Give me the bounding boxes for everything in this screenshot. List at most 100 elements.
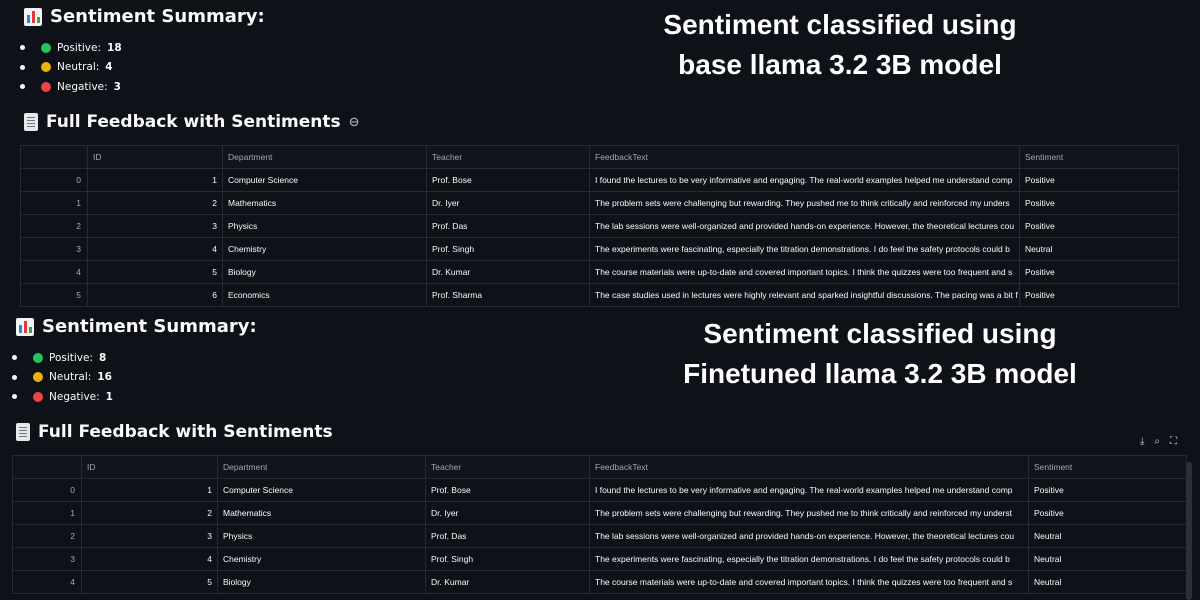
table-row[interactable]: 1 2 Mathematics Dr. Iyer The problem sets we… [20,191,1179,215]
cell-department[interactable]: Computer Science [222,168,427,192]
cell-index[interactable]: 2 [12,524,82,548]
column-header-index[interactable] [20,145,88,169]
cell-teacher[interactable]: Prof. Bose [425,478,590,502]
cell-index[interactable]: 5 [20,283,88,307]
cell-feedback[interactable]: The lab sessions were well-organized and… [589,524,1029,548]
cell-sentiment[interactable]: Positive [1019,283,1179,307]
cell-feedback[interactable]: The lab sessions were well-organized and… [589,214,1020,238]
column-header-sentiment[interactable]: Sentiment [1019,145,1179,169]
cell-feedback[interactable]: The problem sets were challenging but re… [589,501,1029,525]
cell-sentiment[interactable]: Neutral [1028,547,1187,571]
cell-index[interactable]: 3 [12,547,82,571]
cell-id[interactable]: 4 [81,547,218,571]
table-row[interactable]: 3 4 Chemistry Prof. Singh The experiments we… [20,237,1179,261]
cell-index[interactable]: 0 [20,168,88,192]
table-row[interactable]: 4 5 Biology Dr. Kumar The course materials w… [12,570,1187,594]
download-icon[interactable]: ⤓ [1140,436,1144,447]
column-header-teacher[interactable]: Teacher [426,145,590,169]
cell-teacher[interactable]: Prof. Sharma [426,283,590,307]
caption-line-2: base llama 3.2 3B model [678,49,1002,80]
summary-label: Negative: [49,390,100,403]
document-icon [24,113,38,131]
cell-sentiment[interactable]: Neutral [1028,570,1187,594]
cell-teacher[interactable]: Prof. Das [426,214,590,238]
table-row[interactable]: 2 3 Physics Prof. Das The lab sessions were … [20,214,1179,238]
cell-sentiment[interactable]: Positive [1028,478,1187,502]
cell-sentiment[interactable]: Positive [1019,260,1179,284]
cell-feedback[interactable]: The case studies used in lectures were h… [589,283,1020,307]
cell-feedback[interactable]: The course materials were up-to-date and… [589,260,1020,284]
yellow-circle-icon [33,372,43,383]
cell-id[interactable]: 3 [81,524,218,548]
cell-index[interactable]: 0 [12,478,82,502]
cell-teacher[interactable]: Prof. Singh [426,237,590,261]
column-header-id[interactable]: ID [81,455,218,479]
cell-department[interactable]: Physics [222,214,427,238]
table-row[interactable]: 1 2 Mathematics Dr. Iyer The problem sets we… [12,501,1187,525]
cell-sentiment[interactable]: Positive [1019,214,1179,238]
cell-teacher[interactable]: Prof. Singh [425,547,590,571]
cell-department[interactable]: Chemistry [217,547,426,571]
column-header-department[interactable]: Department [217,455,426,479]
cell-sentiment[interactable]: Neutral [1028,524,1187,548]
table-row[interactable]: 0 1 Computer Science Prof. Bose I found the … [12,478,1187,502]
cell-teacher[interactable]: Dr. Kumar [426,260,590,284]
column-header-feedbacktext[interactable]: FeedbackText [589,455,1029,479]
cell-teacher[interactable]: Dr. Iyer [425,501,590,525]
cell-id[interactable]: 4 [87,237,223,261]
feedback-table[interactable]: ID Department Teacher FeedbackText Senti… [20,145,1179,307]
cell-index[interactable]: 4 [20,260,88,284]
cell-id[interactable]: 3 [87,214,223,238]
cell-id[interactable]: 1 [81,478,218,502]
cell-id[interactable]: 5 [81,570,218,594]
table-row[interactable]: 3 4 Chemistry Prof. Singh The experiments we… [12,547,1187,571]
cell-sentiment[interactable]: Positive [1019,191,1179,215]
cell-department[interactable]: Computer Science [217,478,426,502]
cell-teacher[interactable]: Dr. Kumar [425,570,590,594]
cell-teacher[interactable]: Prof. Bose [426,168,590,192]
cell-teacher[interactable]: Prof. Das [425,524,590,548]
table-scrollbar[interactable] [1186,462,1192,600]
table-row[interactable]: 5 6 Economics Prof. Sharma The case studies … [20,283,1179,307]
cell-id[interactable]: 2 [87,191,223,215]
column-header-department[interactable]: Department [222,145,427,169]
cell-feedback[interactable]: I found the lectures to be very informat… [589,478,1029,502]
cell-feedback[interactable]: The experiments were fascinating, especi… [589,237,1020,261]
table-row[interactable]: 0 1 Computer Science Prof. Bose I found the … [20,168,1179,192]
cell-department[interactable]: Chemistry [222,237,427,261]
cell-id[interactable]: 1 [87,168,223,192]
cell-department[interactable]: Mathematics [217,501,426,525]
cell-index[interactable]: 1 [20,191,88,215]
column-header-teacher[interactable]: Teacher [425,455,590,479]
cell-department[interactable]: Mathematics [222,191,427,215]
cell-teacher[interactable]: Dr. Iyer [426,191,590,215]
cell-feedback[interactable]: The problem sets were challenging but re… [589,191,1020,215]
cell-department[interactable]: Physics [217,524,426,548]
cell-department[interactable]: Economics [222,283,427,307]
cell-index[interactable]: 1 [12,501,82,525]
cell-index[interactable]: 4 [12,570,82,594]
cell-index[interactable]: 2 [20,214,88,238]
feedback-table[interactable]: ID Department Teacher FeedbackText Senti… [12,455,1187,594]
cell-department[interactable]: Biology [222,260,427,284]
column-header-id[interactable]: ID [87,145,223,169]
cell-index[interactable]: 3 [20,237,88,261]
cell-id[interactable]: 6 [87,283,223,307]
cell-sentiment[interactable]: Positive [1028,501,1187,525]
search-icon[interactable]: ⌕ [1154,436,1160,447]
table-row[interactable]: 4 5 Biology Dr. Kumar The course materials w… [20,260,1179,284]
table-row[interactable]: 2 3 Physics Prof. Das The lab sessions were … [12,524,1187,548]
cell-feedback[interactable]: I found the lectures to be very informat… [589,168,1020,192]
cell-id[interactable]: 2 [81,501,218,525]
column-header-feedbacktext[interactable]: FeedbackText [589,145,1020,169]
cell-feedback[interactable]: The experiments were fascinating, especi… [589,547,1029,571]
cell-feedback[interactable]: The course materials were up-to-date and… [589,570,1029,594]
fullscreen-icon[interactable]: ⛶ [1170,436,1177,447]
cell-sentiment[interactable]: Neutral [1019,237,1179,261]
cell-sentiment[interactable]: Positive [1019,168,1179,192]
cell-department[interactable]: Biology [217,570,426,594]
column-header-index[interactable] [12,455,82,479]
cell-id[interactable]: 5 [87,260,223,284]
column-header-sentiment[interactable]: Sentiment [1028,455,1187,479]
link-icon[interactable]: ⊖ [349,115,360,130]
